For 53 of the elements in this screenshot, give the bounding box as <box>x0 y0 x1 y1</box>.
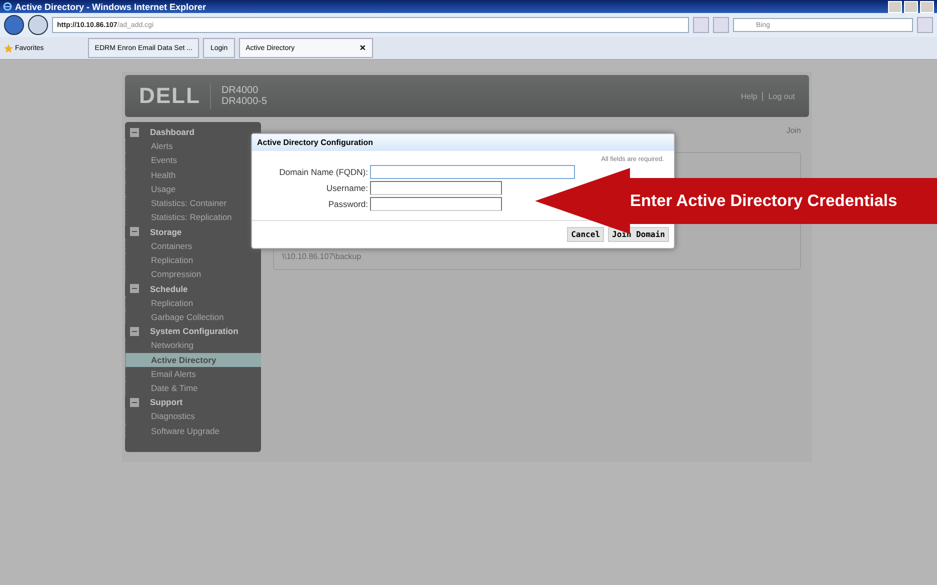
host-name: DR4000-5 <box>221 96 268 107</box>
sidebar-item[interactable]: Alerts <box>125 139 177 154</box>
header-link[interactable]: Help <box>740 92 758 100</box>
dialog-title: Active Directory Configuration <box>252 134 674 151</box>
back-button[interactable] <box>4 15 24 35</box>
sidebar-item[interactable]: Replication <box>125 253 198 268</box>
sidebar-group[interactable]: Support <box>150 397 183 408</box>
star-icon[interactable] <box>4 44 13 52</box>
window-title: Active Directory - Windows Internet Explorer <box>15 2 207 12</box>
search-button[interactable] <box>917 17 933 33</box>
input-field[interactable] <box>370 181 502 195</box>
sidebar-item[interactable]: Active Directory <box>125 352 261 367</box>
collapse-icon[interactable] <box>130 326 139 336</box>
sidebar-item[interactable]: Replication <box>125 296 198 310</box>
collapse-icon[interactable] <box>130 398 139 407</box>
close-tab-button[interactable]: × <box>360 42 366 54</box>
logo: DELL <box>139 83 212 109</box>
sidebar-item[interactable]: Statistics: Replication <box>125 210 236 225</box>
sidebar-group[interactable]: System Configuration <box>150 326 238 336</box>
sidebar-item[interactable]: Garbage Collection <box>125 310 228 324</box>
sidebar-group[interactable]: Schedule <box>150 284 188 294</box>
restore-button[interactable] <box>904 0 918 12</box>
sidebar-group[interactable]: Dashboard <box>150 127 194 137</box>
field-label: Domain Name (FQDN): <box>278 167 368 177</box>
collapse-icon[interactable] <box>130 284 139 294</box>
browser-icon <box>3 2 12 11</box>
field-label: Username: <box>325 183 368 193</box>
sidebar-group[interactable]: Storage <box>150 226 182 237</box>
sidebar-item[interactable]: Date & Time <box>125 381 202 396</box>
sidebar-item[interactable]: Email Alerts <box>125 366 200 382</box>
field-label: Password: <box>327 199 368 209</box>
header-link[interactable]: Log out <box>762 92 795 100</box>
share-path: \\10.10.86.107\backup <box>282 252 362 261</box>
sidebar-item[interactable]: Containers <box>125 238 196 254</box>
collapse-icon[interactable] <box>130 227 139 236</box>
product-name: DR4000 <box>221 85 260 96</box>
join-link[interactable]: Join <box>786 126 801 152</box>
sidebar-item[interactable]: Events <box>125 153 181 168</box>
sidebar-item[interactable]: Statistics: Container <box>125 196 231 210</box>
sidebar-item[interactable]: Diagnostics <box>125 409 199 424</box>
collapse-icon[interactable] <box>130 128 139 136</box>
close-button[interactable] <box>920 0 934 12</box>
sidebar-item[interactable]: Health <box>125 168 180 182</box>
refresh-button[interactable] <box>693 17 709 33</box>
input-field[interactable] <box>370 165 575 179</box>
minimize-button[interactable] <box>888 0 902 12</box>
sidebar-item[interactable]: Usage <box>125 182 180 196</box>
sidebar-item[interactable]: Software Upgrade <box>125 424 224 438</box>
stop-button[interactable] <box>713 17 729 33</box>
dialog-button[interactable]: Cancel <box>567 227 604 242</box>
input-field[interactable] <box>370 197 502 211</box>
forward-button[interactable] <box>28 15 48 35</box>
sidebar-item[interactable]: Compression <box>125 267 206 282</box>
